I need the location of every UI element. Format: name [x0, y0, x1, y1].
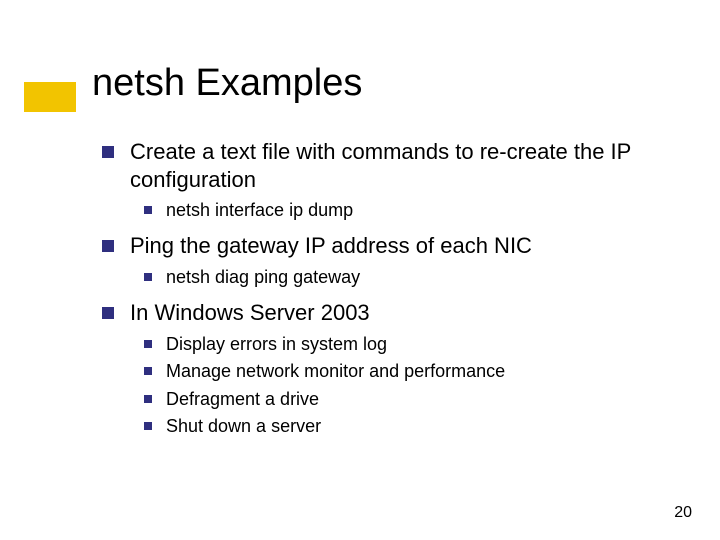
list-item: Create a text file with commands to re-c… — [102, 138, 662, 222]
list-subitem: Defragment a drive — [144, 388, 662, 411]
list-subitem: netsh interface ip dump — [144, 199, 662, 222]
list-item: In Windows Server 2003 Display errors in… — [102, 299, 662, 438]
list-subitem-text: Shut down a server — [166, 415, 662, 438]
list-subitem: Manage network monitor and performance — [144, 360, 662, 383]
square-bullet-icon — [102, 307, 114, 319]
square-bullet-icon — [144, 273, 152, 281]
list-subitem-text: Defragment a drive — [166, 388, 662, 411]
list-subitem-text: netsh interface ip dump — [166, 199, 662, 222]
list-subitem-text: Manage network monitor and performance — [166, 360, 662, 383]
square-bullet-icon — [102, 146, 114, 158]
square-bullet-icon — [144, 395, 152, 403]
bullet-list: Create a text file with commands to re-c… — [102, 138, 662, 448]
list-subitem: Shut down a server — [144, 415, 662, 438]
list-subitem-text: netsh diag ping gateway — [166, 266, 662, 289]
square-bullet-icon — [144, 340, 152, 348]
square-bullet-icon — [144, 422, 152, 430]
slide-title: netsh Examples — [92, 62, 362, 105]
list-item-text: Ping the gateway IP address of each NIC — [130, 232, 662, 260]
list-subitem: netsh diag ping gateway — [144, 266, 662, 289]
list-subitem: Display errors in system log — [144, 333, 662, 356]
list-item: Ping the gateway IP address of each NIC … — [102, 232, 662, 289]
accent-bar — [24, 82, 76, 112]
square-bullet-icon — [144, 206, 152, 214]
page-number: 20 — [674, 504, 692, 522]
square-bullet-icon — [144, 367, 152, 375]
list-item-text: In Windows Server 2003 — [130, 299, 662, 327]
square-bullet-icon — [102, 240, 114, 252]
list-subitem-text: Display errors in system log — [166, 333, 662, 356]
list-item-text: Create a text file with commands to re-c… — [130, 138, 662, 193]
